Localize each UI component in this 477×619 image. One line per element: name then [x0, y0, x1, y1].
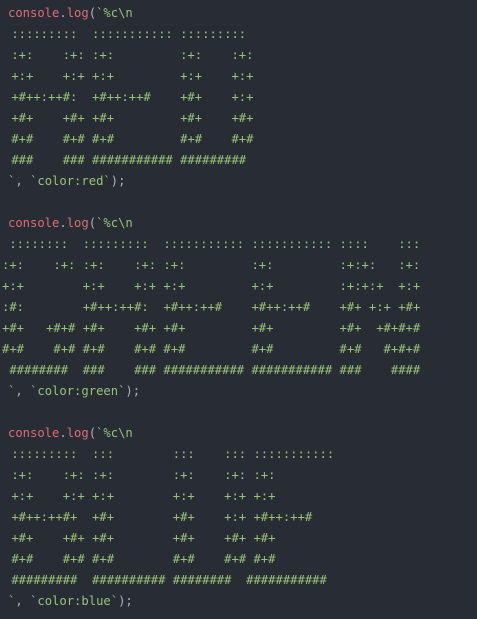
console-log-block-blue: console.log(`%c\n ::::::::: ::: ::: ::: … [0, 423, 477, 612]
ascii-art-line: +:+ +:+ +:+ +:+ +:+ [4, 69, 254, 83]
ascii-art-line: #+# #+# #+# #+# #+# [4, 132, 254, 146]
log-method: log [66, 216, 89, 230]
console-object: console [8, 426, 60, 440]
ascii-art-line: ::::::::: ::: ::: ::: ::::::::::: [4, 447, 335, 461]
code-line: console.log(`%c\n [0, 213, 477, 234]
style-argument: `color:green` [30, 384, 126, 398]
ascii-art-line: :::::::: ::::::::: ::::::::::: :::::::::… [2, 237, 421, 251]
ascii-art-line: +:+ +:+ +:+ +:+ +:+ :+:+:+ +:+ [2, 279, 421, 293]
ascii-art-line: #+# #+# #+# #+# #+# #+# [4, 552, 276, 566]
ascii-art-line: +:+ +:+ +:+ +:+ +:+ +:+ [4, 489, 276, 503]
dot-operator: . [59, 6, 67, 20]
close-paren: ); [110, 174, 126, 188]
ascii-art-line: :#: +#++:++#: +#++:++# +#++:++# +#+ +:+ … [2, 300, 421, 314]
dot-operator: . [59, 426, 67, 440]
dot-operator: . [59, 216, 67, 230]
style-argument: `color:blue` [30, 594, 119, 608]
log-method: log [66, 426, 89, 440]
console-object: console [8, 6, 60, 20]
ascii-art-line: :+: :+: :+: :+: :+: [4, 48, 254, 62]
ascii-art-line: ### ### ########### ######### [4, 153, 247, 167]
code-editor[interactable]: console.log(`%c\n ::::::::: ::::::::::: … [0, 0, 477, 619]
ascii-art-line: ######## ### ### ########### ###########… [2, 363, 421, 377]
open-paren: ( [88, 216, 97, 230]
template-start: `%c\n [96, 216, 133, 230]
ascii-art-line: +#++:++#+ +#+ +#+ +:+ +#++:++# [4, 510, 313, 524]
ascii-art-line: +#+ +#+# +#+ +#+ +#+ +#+ +#+ +#+#+# [2, 321, 421, 335]
code-line: `, `color:red`); [0, 171, 477, 192]
code-line: `, `color:green`); [0, 381, 477, 402]
comma: , [15, 384, 31, 398]
log-method: log [66, 6, 89, 20]
close-paren: ); [118, 594, 133, 608]
close-paren: ); [125, 384, 141, 398]
console-log-block-red: console.log(`%c\n ::::::::: ::::::::::: … [0, 3, 477, 192]
console-log-block-green: console.log(`%c\n :::::::: ::::::::: :::… [0, 213, 477, 402]
ascii-art-line: +#++:++#: +#++:++# +#+ +:+ [4, 90, 254, 104]
open-paren: ( [88, 426, 97, 440]
code-line: console.log(`%c\n [0, 3, 477, 24]
code-line: `, `color:blue`); [0, 591, 477, 612]
ascii-art-line: ::::::::: ::::::::::: ::::::::: [4, 27, 247, 41]
template-start: `%c\n [96, 426, 133, 440]
open-paren: ( [88, 6, 97, 20]
comma: , [15, 594, 31, 608]
ascii-art-line: :+: :+: :+: :+: :+: :+: :+:+: :+: [2, 258, 421, 272]
comma: , [15, 174, 31, 188]
code-line: console.log(`%c\n [0, 423, 477, 444]
ascii-art-line: #+# #+# #+# #+# #+# #+# #+# #+#+# [2, 342, 421, 356]
ascii-art-line: ######### ########## ######## ##########… [4, 573, 327, 587]
ascii-art-line: +#+ +#+ +#+ +#+ +#+ [4, 111, 254, 125]
template-start: `%c\n [96, 6, 133, 20]
ascii-art-line: :+: :+: :+: :+: :+: :+: [4, 468, 276, 482]
ascii-art-line: +#+ +#+ +#+ +#+ +#+ +#+ [4, 531, 276, 545]
style-argument: `color:red` [30, 174, 111, 188]
console-object: console [8, 216, 60, 230]
